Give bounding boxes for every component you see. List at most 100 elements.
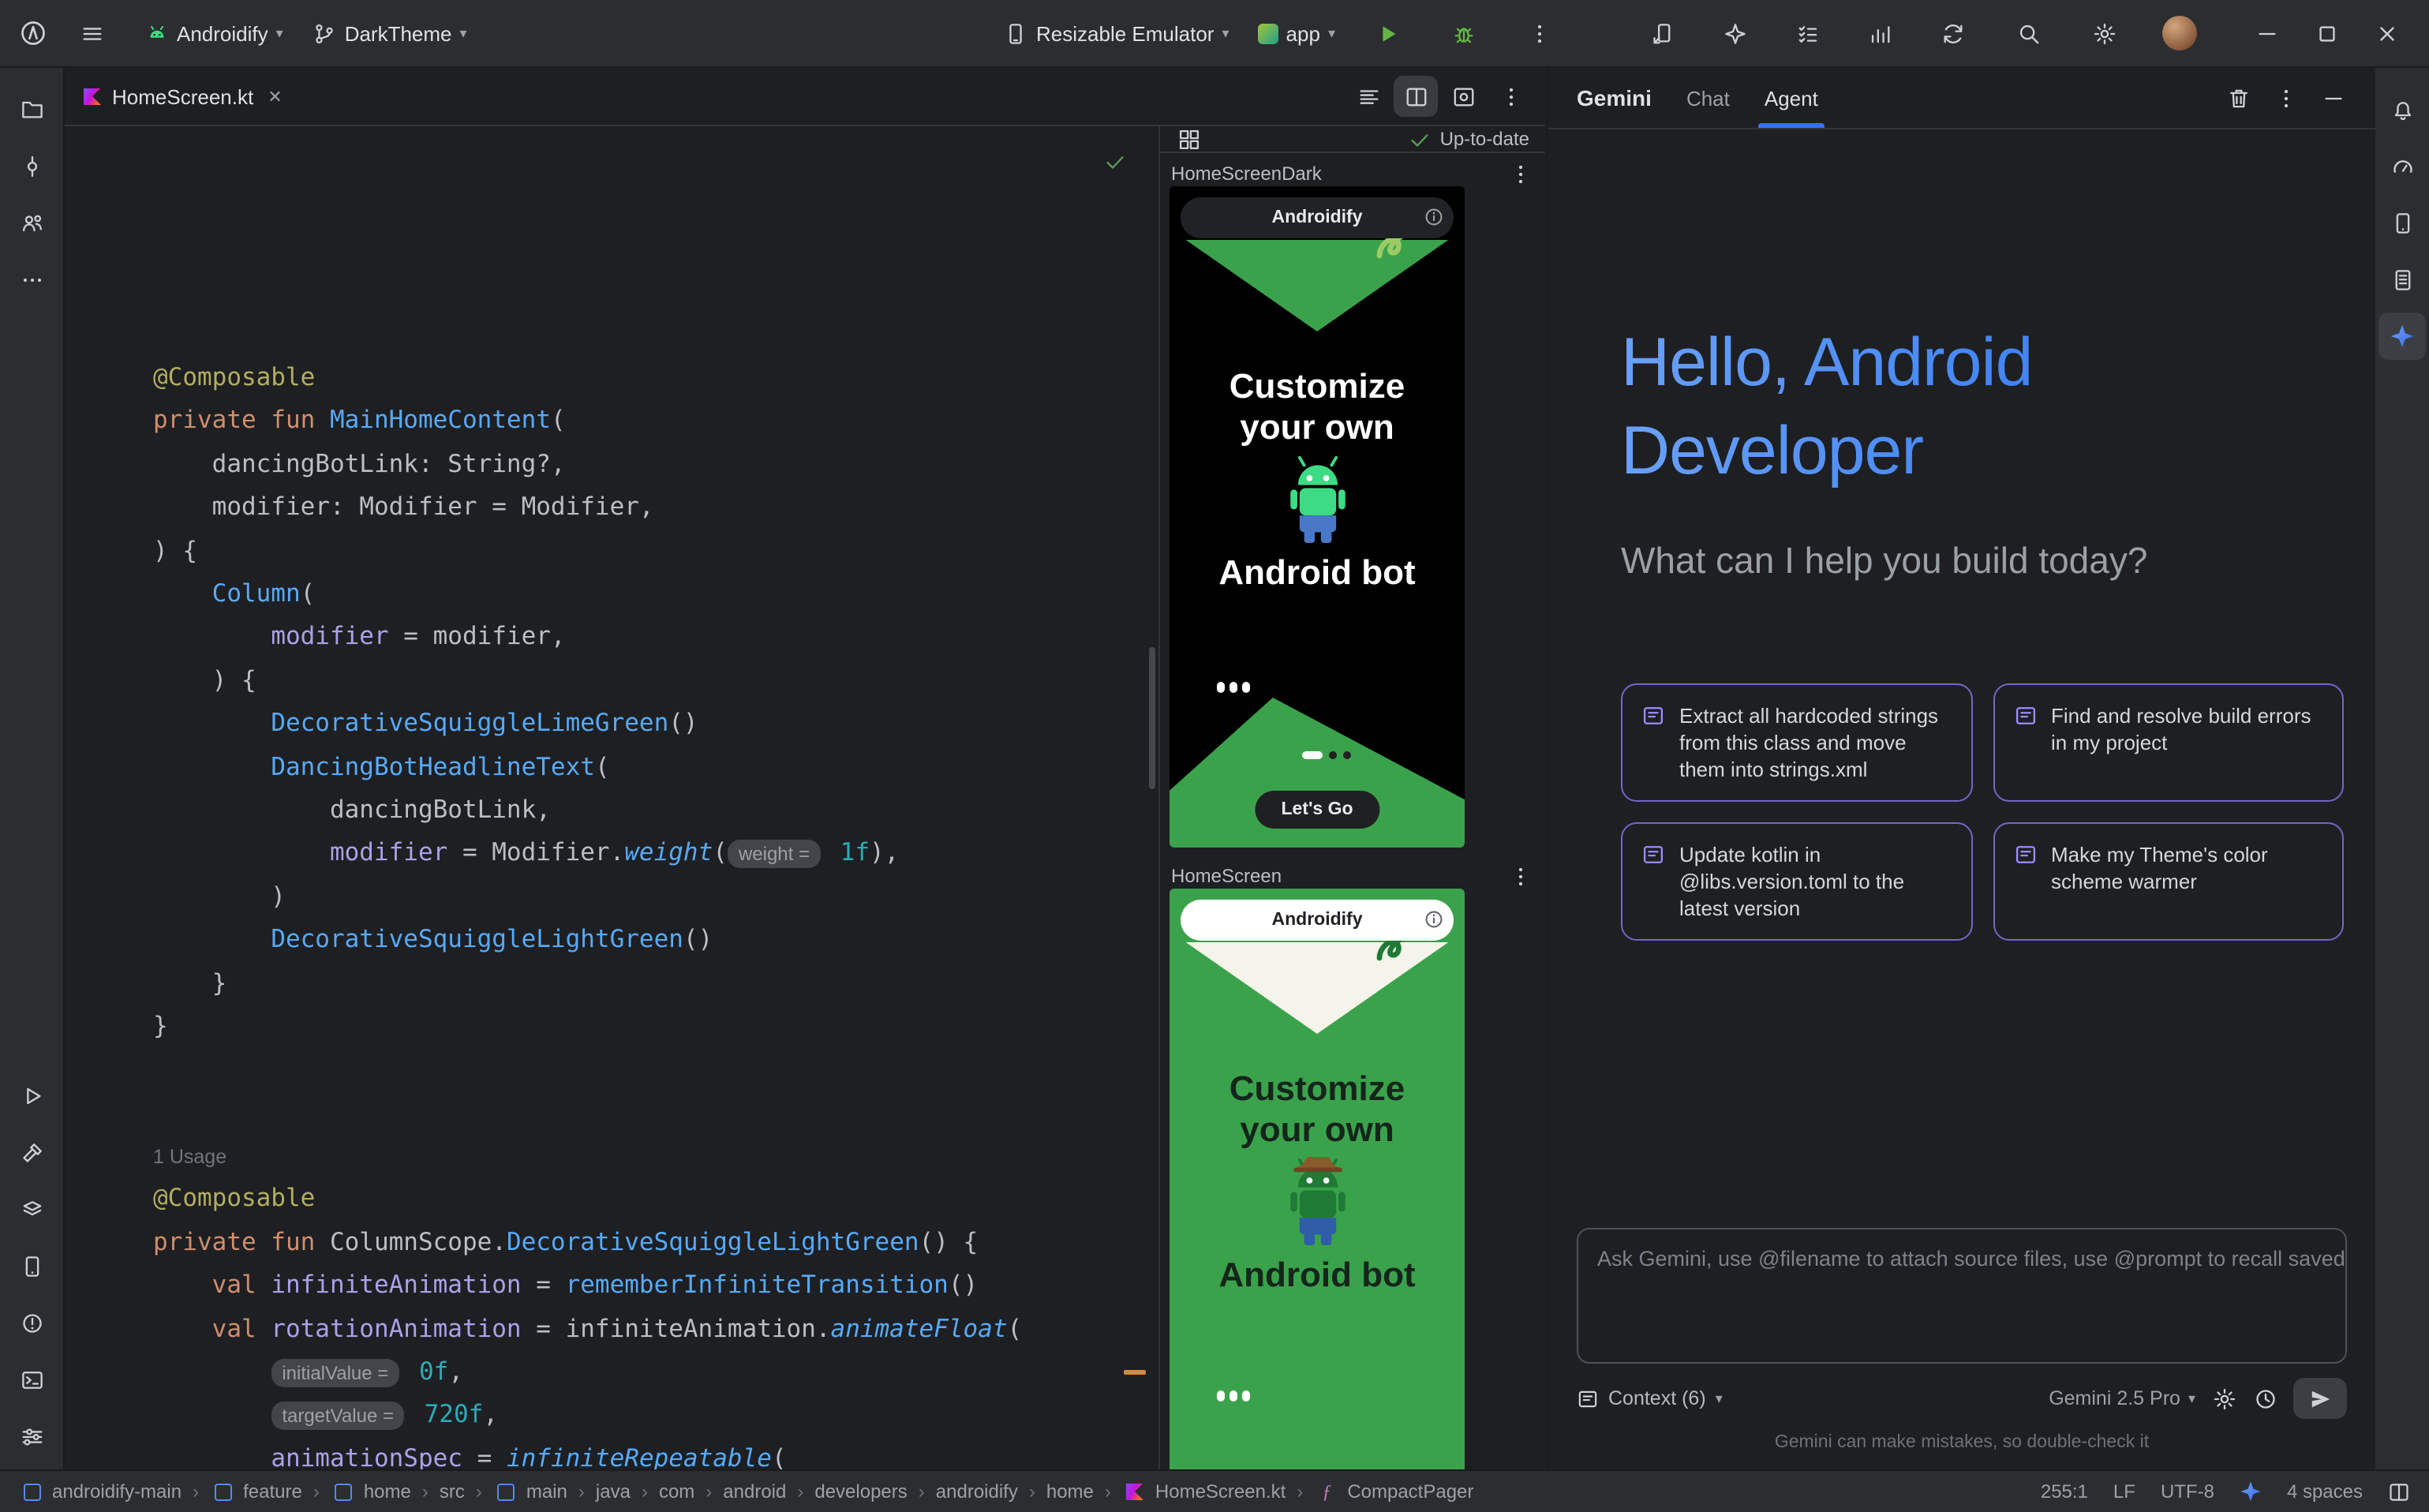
- device-manager-tool-button[interactable]: [2378, 199, 2426, 246]
- grid-view-icon[interactable]: [1176, 126, 1201, 152]
- kebab-menu-icon: [2273, 85, 2298, 110]
- project-tool-button[interactable]: [8, 85, 55, 133]
- breadcrumb-item[interactable]: java: [596, 1480, 631, 1503]
- build-analyzer-button[interactable]: [1845, 9, 1914, 57]
- device-explorer-tool-button[interactable]: [8, 1242, 55, 1289]
- todo-list-button[interactable]: [1772, 9, 1842, 57]
- gemini-tool-button-icon: [2390, 324, 2415, 349]
- ai-actions-button[interactable]: [1700, 9, 1769, 57]
- caret-position[interactable]: 255:1: [2041, 1480, 2088, 1503]
- breadcrumb-item[interactable]: feature: [210, 1479, 302, 1504]
- run-configuration-selector[interactable]: app ▾: [1247, 9, 1346, 57]
- file-encoding[interactable]: UTF-8: [2161, 1480, 2214, 1503]
- model-label: Gemini 2.5 Pro: [2049, 1387, 2180, 1409]
- tab-close-icon[interactable]: ✕: [268, 86, 282, 107]
- kebab-menu-icon[interactable]: [1507, 161, 1533, 186]
- problems-tool-button[interactable]: [8, 1299, 55, 1346]
- titlebar: Androidify ▾ DarkTheme ▾ Resizable Emula…: [0, 0, 2429, 68]
- code-line: modifier = Modifier.weight(weight = 1f),: [153, 833, 1158, 876]
- run-tool-button[interactable]: [8, 1072, 55, 1119]
- editor-options-button[interactable]: [1488, 76, 1533, 117]
- breadcrumb-item[interactable]: ƒCompactPager: [1314, 1479, 1473, 1504]
- breadcrumb-label: HomeScreen.kt: [1155, 1480, 1286, 1503]
- code-editor[interactable]: @Composableprivate fun MainHomeContent( …: [65, 126, 1158, 1471]
- editor-view-code-button[interactable]: [1346, 76, 1390, 117]
- editor-view-design-button[interactable]: [1441, 76, 1485, 117]
- breadcrumb-item[interactable]: src: [440, 1480, 465, 1503]
- gemini-tool-button[interactable]: [2378, 313, 2426, 360]
- settings-button[interactable]: [2069, 9, 2139, 57]
- indent-setting[interactable]: 4 spaces: [2287, 1480, 2363, 1503]
- breadcrumb-item[interactable]: home: [331, 1479, 411, 1504]
- pull-requests-tool-button[interactable]: [8, 199, 55, 246]
- editor-scrollbar[interactable]: [1149, 647, 1155, 789]
- editor-layout-icon[interactable]: [2388, 1480, 2410, 1503]
- suggestion-card[interactable]: Update kotlin in @libs.version.toml to t…: [1621, 822, 1972, 941]
- info-icon: [1424, 909, 1444, 930]
- breadcrumb-item[interactable]: androidify-main: [19, 1479, 182, 1504]
- search-everywhere-button[interactable]: [1993, 9, 2063, 57]
- breadcrumb-item[interactable]: developers: [814, 1480, 907, 1503]
- run-button[interactable]: [1353, 9, 1422, 57]
- gear-icon: [2091, 21, 2116, 46]
- breadcrumb-item[interactable]: main: [493, 1479, 567, 1504]
- services-tool-button[interactable]: [8, 1413, 55, 1460]
- sync-project-button[interactable]: [1918, 9, 1987, 57]
- prompt-icon: [1641, 704, 1665, 728]
- debug-button[interactable]: [1428, 9, 1498, 57]
- line-separator[interactable]: LF: [2113, 1480, 2135, 1503]
- build-tool-button[interactable]: [8, 1128, 55, 1176]
- device-selector[interactable]: Resizable Emulator ▾: [992, 9, 1241, 57]
- window-maximize-button[interactable]: [2300, 9, 2353, 57]
- send-button[interactable]: [2293, 1378, 2347, 1419]
- breadcrumb-item[interactable]: home: [1046, 1480, 1094, 1503]
- profile-button[interactable]: [2145, 9, 2214, 57]
- project-selector[interactable]: Androidify ▾: [133, 9, 294, 57]
- project-name: Androidify: [177, 21, 268, 45]
- breadcrumb-separator: ›: [193, 1480, 199, 1503]
- code-line: }: [153, 962, 1158, 1005]
- gemini-options-button[interactable]: [2265, 77, 2306, 118]
- build-variants-tool-button[interactable]: [8, 1185, 55, 1233]
- main-menu-button[interactable]: [57, 9, 126, 57]
- context-selector[interactable]: Context (6) ▾: [1577, 1387, 1723, 1409]
- device-streaming-button[interactable]: [1627, 9, 1697, 57]
- history-icon[interactable]: [2252, 1386, 2277, 1411]
- vcs-branch-selector[interactable]: DarkTheme ▾: [301, 9, 478, 57]
- breadcrumb-item[interactable]: com: [659, 1480, 694, 1503]
- window-close-button[interactable]: [2360, 9, 2413, 57]
- logcat-tool-button[interactable]: [2378, 256, 2426, 303]
- inspections-ok-icon[interactable]: [1102, 148, 1127, 174]
- window-minimize-button[interactable]: [2240, 9, 2293, 57]
- gemini-spark-icon[interactable]: [2240, 1480, 2262, 1503]
- terminal-tool-button[interactable]: [8, 1356, 55, 1403]
- kebab-menu-icon[interactable]: [1507, 863, 1533, 889]
- clear-chat-button[interactable]: [2218, 77, 2259, 118]
- tab-chat[interactable]: Chat: [1686, 68, 1730, 128]
- commit-tool-button[interactable]: [8, 142, 55, 189]
- more-run-actions-button[interactable]: [1504, 9, 1574, 57]
- model-selector[interactable]: Gemini 2.5 Pro ▾: [2049, 1387, 2195, 1409]
- breadcrumb-label: androidify: [936, 1480, 1018, 1503]
- suggestion-card[interactable]: Extract all hardcoded strings from this …: [1621, 683, 1972, 802]
- breadcrumb-item[interactable]: android: [723, 1480, 786, 1503]
- gemini-settings-icon[interactable]: [2211, 1386, 2236, 1411]
- lets-go-button[interactable]: Let's Go: [1254, 791, 1379, 829]
- tab-agent[interactable]: Agent: [1765, 68, 1818, 128]
- homescreen-dark-preview[interactable]: Androidify Customize your own: [1170, 186, 1465, 848]
- suggestion-card[interactable]: Find and resolve build errors in my proj…: [1993, 683, 2344, 802]
- gemini-prompt-input[interactable]: Ask Gemini, use @filename to attach sour…: [1577, 1228, 2347, 1364]
- prompt-icon: [1641, 843, 1665, 866]
- tab-homescreen-kt[interactable]: HomeScreen.kt ✕: [65, 68, 301, 125]
- notifications-tool-button[interactable]: [2378, 85, 2426, 133]
- breadcrumb-item[interactable]: HomeScreen.kt: [1122, 1479, 1286, 1504]
- editor-view-split-button[interactable]: [1394, 76, 1438, 117]
- hide-panel-button[interactable]: [2312, 77, 2353, 118]
- homescreen-light-preview[interactable]: Androidify Customize your own: [1170, 889, 1465, 1471]
- suggestion-card[interactable]: Make my Theme's color scheme warmer: [1993, 822, 2344, 941]
- breadcrumb-item[interactable]: androidify: [936, 1480, 1018, 1503]
- breadcrumb-label: CompactPager: [1347, 1480, 1473, 1503]
- more-tool-windows-button[interactable]: [8, 256, 55, 303]
- profiler-tool-button[interactable]: [2378, 142, 2426, 189]
- bot-loading-dots: [1217, 682, 1250, 693]
